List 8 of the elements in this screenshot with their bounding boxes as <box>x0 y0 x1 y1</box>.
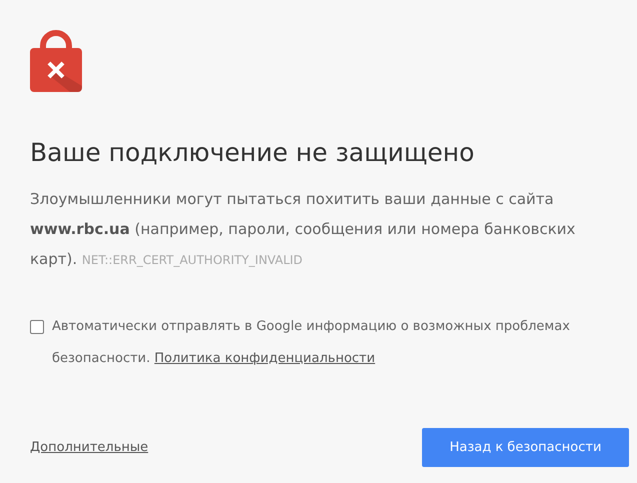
details-link[interactable]: Дополнительные <box>30 440 148 455</box>
privacy-policy-link[interactable]: Политика конфиденциальности <box>154 351 376 366</box>
report-label: Автоматически отправлять в Google информацию о возможных проблемах безопасности. Политика конфиденциальности <box>52 318 571 368</box>
warning-message: Злоумышленники могут пытаться похитить ваши данные с сайта www.rbc.ua (например, пароли, сообщения или номера банковских карт). NET::ERR_CERT_AUTHORITY_INVALID <box>30 189 576 270</box>
lock-error-icon <box>30 28 82 92</box>
page-heading: Ваше подключение не защищено <box>30 137 476 169</box>
report-checkbox[interactable] <box>30 320 44 334</box>
back-to-safety-button[interactable]: Назад к безопасности <box>422 428 629 467</box>
